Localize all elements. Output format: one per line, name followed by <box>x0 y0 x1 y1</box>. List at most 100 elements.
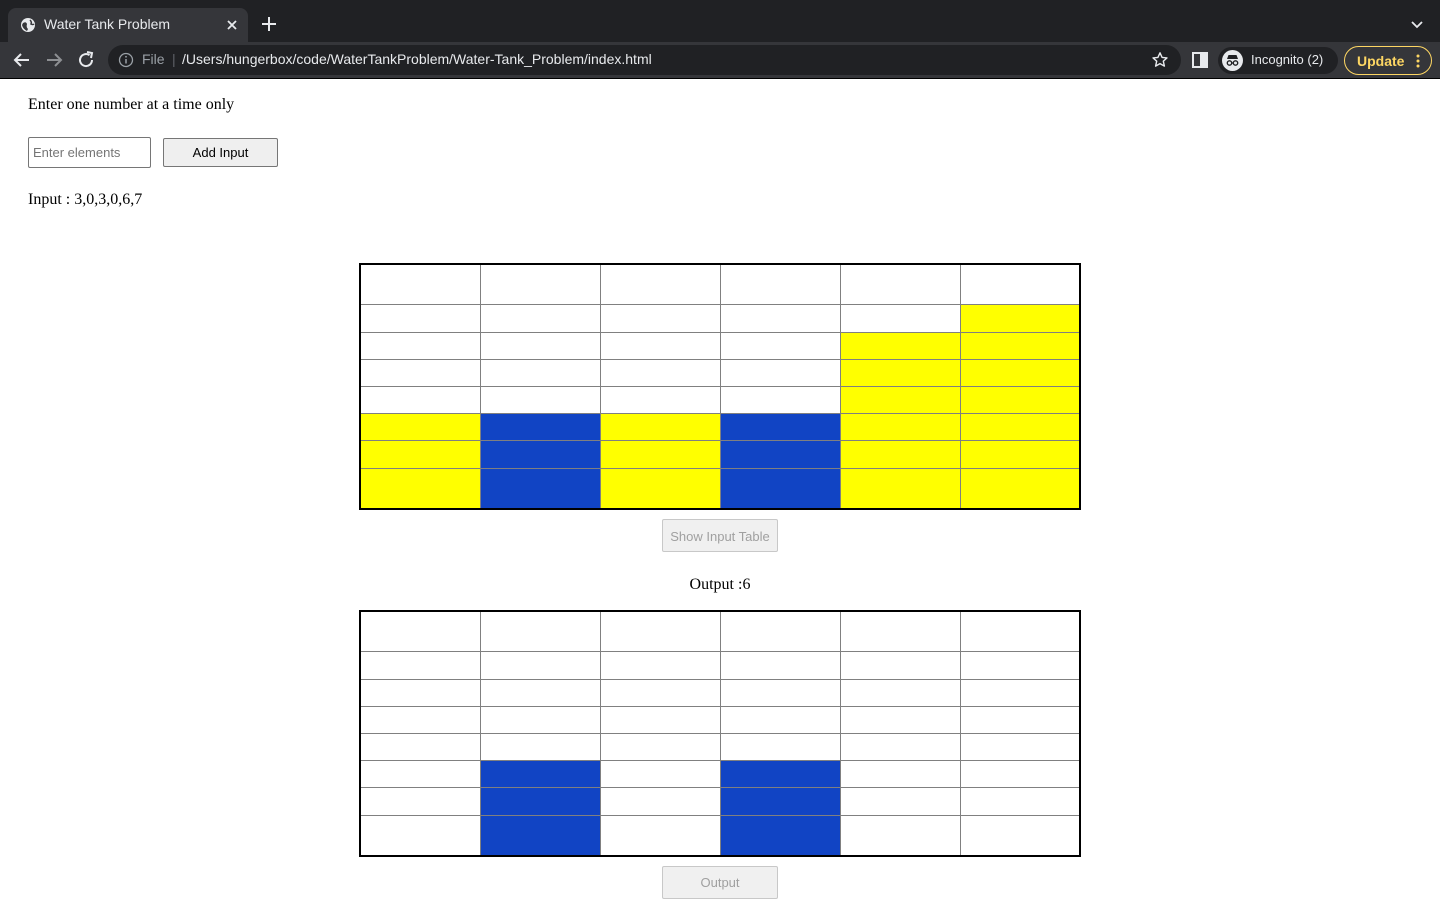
show-input-table-button[interactable]: Show Input Table <box>662 519 778 552</box>
empty-cell <box>959 814 1081 857</box>
tank-row <box>359 304 1081 333</box>
empty-cell <box>959 263 1081 306</box>
tab-title: Water Tank Problem <box>44 16 171 32</box>
empty-cell <box>959 760 1081 789</box>
plus-icon[interactable] <box>260 15 278 33</box>
browser-tab[interactable]: Water Tank Problem <box>8 8 248 42</box>
tank-row <box>359 610 1081 653</box>
water-cell <box>719 787 841 816</box>
wall-cell <box>599 440 721 469</box>
empty-cell <box>479 705 601 734</box>
profile-button[interactable]: Incognito (2) <box>1218 47 1338 74</box>
tank-row <box>359 263 1081 306</box>
water-cell <box>719 467 841 510</box>
tank-row <box>359 760 1081 789</box>
empty-cell <box>959 651 1081 680</box>
empty-cell <box>719 610 841 653</box>
wall-cell <box>359 413 481 442</box>
tank-row <box>359 651 1081 680</box>
empty-cell <box>359 263 481 306</box>
water-cell <box>479 467 601 510</box>
update-button[interactable]: Update <box>1344 46 1432 75</box>
empty-cell <box>479 651 601 680</box>
empty-cell <box>479 304 601 333</box>
empty-cell <box>959 705 1081 734</box>
wall-cell <box>359 440 481 469</box>
empty-cell <box>359 787 481 816</box>
wall-cell <box>839 385 961 415</box>
browser-toolbar: File | /Users/hungerbox/code/WaterTankPr… <box>0 42 1440 79</box>
empty-cell <box>959 678 1081 707</box>
empty-cell <box>359 331 481 360</box>
side-panel-icon[interactable] <box>1191 51 1209 69</box>
reload-icon[interactable] <box>76 50 96 70</box>
empty-cell <box>479 732 601 762</box>
empty-cell <box>599 787 721 816</box>
empty-cell <box>719 304 841 333</box>
empty-cell <box>599 610 721 653</box>
water-cell <box>479 814 601 857</box>
output-tank-table <box>359 610 1081 857</box>
wall-cell <box>959 358 1081 387</box>
empty-cell <box>959 787 1081 816</box>
chevron-down-icon[interactable] <box>1409 17 1425 33</box>
empty-cell <box>599 678 721 707</box>
tank-row <box>359 440 1081 469</box>
water-cell <box>479 440 601 469</box>
info-icon[interactable] <box>118 52 134 68</box>
empty-cell <box>839 263 961 306</box>
tank-row <box>359 732 1081 762</box>
star-icon[interactable] <box>1151 51 1169 69</box>
empty-cell <box>479 678 601 707</box>
empty-cell <box>719 651 841 680</box>
tank-row <box>359 331 1081 360</box>
wall-cell <box>599 467 721 510</box>
elements-input[interactable] <box>28 137 151 168</box>
incognito-icon <box>1222 50 1243 71</box>
output-button[interactable]: Output <box>662 866 778 899</box>
wall-cell <box>839 467 961 510</box>
wall-cell <box>959 413 1081 442</box>
update-label: Update <box>1357 53 1405 69</box>
tank-row <box>359 787 1081 816</box>
empty-cell <box>599 331 721 360</box>
wall-cell <box>839 358 961 387</box>
empty-cell <box>719 678 841 707</box>
water-cell <box>719 413 841 442</box>
empty-cell <box>599 705 721 734</box>
empty-cell <box>719 358 841 387</box>
tank-row <box>359 385 1081 415</box>
empty-cell <box>599 651 721 680</box>
empty-cell <box>359 651 481 680</box>
empty-cell <box>479 358 601 387</box>
water-cell <box>719 440 841 469</box>
empty-cell <box>599 385 721 415</box>
empty-cell <box>599 304 721 333</box>
back-arrow-icon[interactable] <box>12 50 32 70</box>
empty-cell <box>479 263 601 306</box>
close-icon[interactable] <box>224 17 240 33</box>
forward-arrow-icon[interactable] <box>44 50 64 70</box>
url-text[interactable]: /Users/hungerbox/code/WaterTankProblem/W… <box>182 51 652 67</box>
wall-cell <box>959 331 1081 360</box>
empty-cell <box>599 732 721 762</box>
wall-cell <box>839 331 961 360</box>
tank-row <box>359 467 1081 510</box>
empty-cell <box>839 610 961 653</box>
empty-cell <box>839 787 961 816</box>
wall-cell <box>959 440 1081 469</box>
empty-cell <box>839 651 961 680</box>
wall-cell <box>839 440 961 469</box>
empty-cell <box>839 678 961 707</box>
add-input-button[interactable]: Add Input <box>163 138 278 167</box>
kebab-menu-icon[interactable] <box>1416 54 1420 68</box>
empty-cell <box>719 331 841 360</box>
empty-cell <box>959 732 1081 762</box>
empty-cell <box>959 610 1081 653</box>
empty-cell <box>839 304 961 333</box>
profile-label: Incognito (2) <box>1251 52 1324 67</box>
address-bar[interactable]: File | /Users/hungerbox/code/WaterTankPr… <box>108 45 1181 75</box>
tank-row <box>359 413 1081 442</box>
empty-cell <box>599 760 721 789</box>
wall-cell <box>959 304 1081 333</box>
